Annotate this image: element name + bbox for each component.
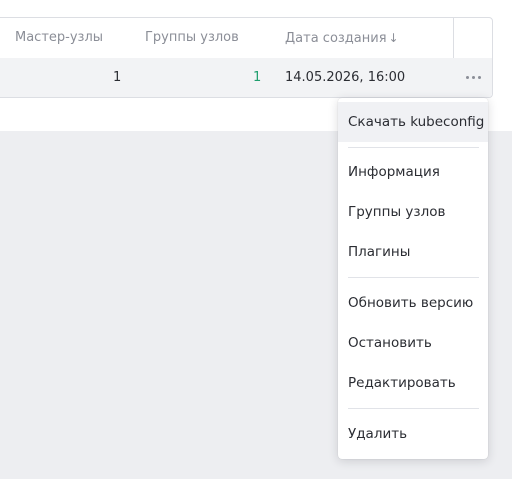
column-header-created-at[interactable]: Дата создания ↓ (285, 18, 399, 58)
cell-node-groups-link[interactable]: 1 (253, 58, 261, 97)
sort-desc-icon: ↓ (388, 31, 399, 45)
clusters-table: Мастер-узлы Группы узлов Дата создания ↓ … (0, 17, 493, 98)
menu-item-download-kubeconfig[interactable]: Скачать kubeconfig (338, 102, 488, 142)
menu-divider (348, 147, 479, 148)
more-horizontal-icon (466, 76, 469, 79)
menu-item-update-version[interactable]: Обновить версию (338, 283, 488, 323)
menu-item-information[interactable]: Информация (338, 152, 488, 192)
more-horizontal-icon (478, 76, 481, 79)
column-header-label: Мастер-узлы (15, 30, 104, 45)
cell-master-nodes: 1 (113, 70, 122, 85)
table-header: Мастер-узлы Группы узлов Дата создания ↓ (0, 18, 492, 59)
column-divider (453, 18, 454, 58)
row-actions-menu: Скачать kubeconfig Информация Группы узл… (338, 98, 488, 459)
menu-divider (348, 408, 479, 409)
column-header-node-groups[interactable]: Группы узлов (145, 18, 239, 58)
menu-item-delete[interactable]: Удалить (338, 414, 488, 454)
menu-item-node-groups[interactable]: Группы узлов (338, 192, 488, 232)
column-header-label: Дата создания (285, 31, 387, 46)
menu-divider (348, 277, 479, 278)
cell-created-at: 14.05.2026, 16:00 (285, 70, 406, 85)
column-header-label: Группы узлов (145, 30, 239, 45)
table-row[interactable]: 1 1 14.05.2026, 16:00 (0, 58, 492, 97)
row-actions-button[interactable] (455, 58, 492, 97)
more-horizontal-icon (472, 76, 475, 79)
menu-item-plugins[interactable]: Плагины (338, 232, 488, 272)
column-header-master-nodes[interactable]: Мастер-узлы (15, 18, 103, 58)
menu-item-stop[interactable]: Остановить (338, 323, 488, 363)
menu-item-edit[interactable]: Редактировать (338, 363, 488, 403)
